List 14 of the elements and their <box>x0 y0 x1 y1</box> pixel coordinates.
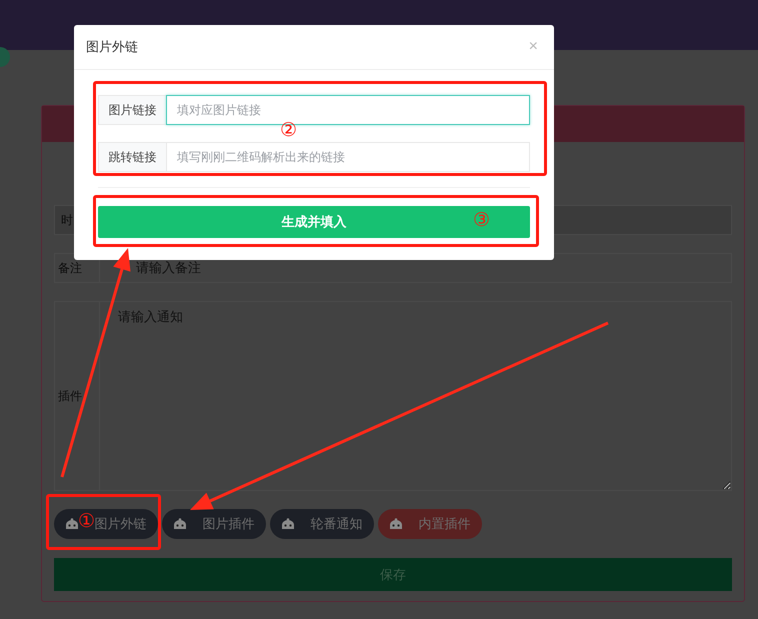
close-button[interactable]: × <box>524 38 542 56</box>
plugin-button[interactable]: 内置插件 <box>378 509 482 539</box>
step-number: ③ <box>473 211 490 230</box>
plugin-button[interactable]: 图片插件 <box>162 509 266 539</box>
field-label: 跳转链接 <box>98 142 166 172</box>
field-label: 图片链接 <box>98 95 166 125</box>
dialog-title: 图片外链 <box>86 39 138 56</box>
save-button[interactable]: 保存 <box>54 558 732 591</box>
plugin-button[interactable]: 轮番通知 <box>270 509 374 539</box>
step-number: ① <box>78 512 96 531</box>
robot-icon <box>173 518 187 530</box>
robot-icon <box>389 518 403 530</box>
robot-icon <box>281 518 295 530</box>
robot-icon <box>65 518 79 530</box>
